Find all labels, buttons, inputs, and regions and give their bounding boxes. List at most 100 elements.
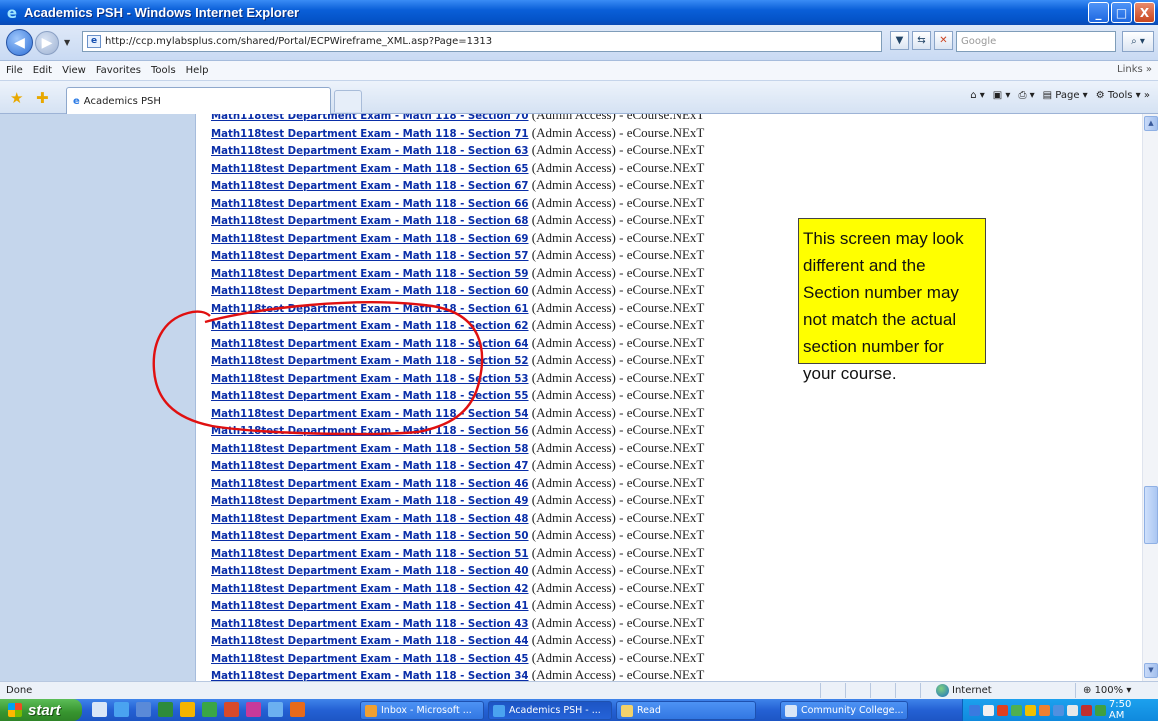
menu-view[interactable]: View bbox=[62, 65, 86, 76]
course-link[interactable]: Math118test Department Exam - Math 118 -… bbox=[211, 234, 529, 245]
page-menu-button[interactable]: ▤ Page ▾ bbox=[1043, 90, 1088, 101]
course-link[interactable]: Math118test Department Exam - Math 118 -… bbox=[211, 216, 529, 227]
start-button[interactable]: start bbox=[0, 699, 82, 721]
course-link[interactable]: Math118test Department Exam - Math 118 -… bbox=[211, 304, 529, 315]
course-link[interactable]: Math118test Department Exam - Math 118 -… bbox=[211, 461, 529, 472]
tray-app-icon[interactable] bbox=[996, 704, 1008, 716]
course-link[interactable]: Math118test Department Exam - Math 118 -… bbox=[211, 514, 529, 525]
tray-mail-icon[interactable] bbox=[982, 704, 994, 716]
address-input[interactable]: e http://ccp.mylabsplus.com/shared/Porta… bbox=[82, 31, 882, 52]
course-link[interactable]: Math118test Department Exam - Math 118 -… bbox=[211, 566, 529, 577]
tray-arrow-icon[interactable] bbox=[969, 704, 980, 716]
course-access-note: (Admin Access) - eCourse.NExT bbox=[528, 387, 705, 402]
scroll-up-button[interactable]: ▲ bbox=[1144, 116, 1158, 131]
course-link[interactable]: Math118test Department Exam - Math 118 -… bbox=[211, 146, 529, 157]
menu-help[interactable]: Help bbox=[186, 65, 209, 76]
scroll-down-button[interactable]: ▼ bbox=[1144, 663, 1158, 678]
tab-academics-psh[interactable]: e Academics PSH bbox=[66, 87, 331, 114]
close-button[interactable]: X bbox=[1134, 2, 1155, 23]
security-zone[interactable]: Internet bbox=[936, 684, 992, 697]
course-link[interactable]: Math118test Department Exam - Math 118 -… bbox=[211, 654, 529, 665]
favorites-star-icon[interactable]: ★ bbox=[10, 89, 23, 107]
back-button[interactable]: ◀ bbox=[6, 29, 33, 56]
address-url: http://ccp.mylabsplus.com/shared/Portal/… bbox=[105, 36, 493, 47]
outlook-quicklaunch-icon[interactable] bbox=[136, 702, 151, 717]
course-link[interactable]: Math118test Department Exam - Math 118 -… bbox=[211, 496, 529, 507]
course-link[interactable]: Math118test Department Exam - Math 118 -… bbox=[211, 356, 529, 367]
powerpoint-quicklaunch-icon[interactable] bbox=[290, 702, 305, 717]
course-link[interactable]: Math118test Department Exam - Math 118 -… bbox=[211, 339, 529, 350]
taskbar-academics-button[interactable]: Academics PSH - ... bbox=[488, 701, 612, 720]
list-item: Math118test Department Exam - Math 118 -… bbox=[211, 404, 704, 422]
course-link[interactable]: Math118test Department Exam - Math 118 -… bbox=[211, 374, 529, 385]
app4-quicklaunch-icon[interactable] bbox=[246, 702, 261, 717]
minimize-button[interactable]: _ bbox=[1088, 2, 1109, 23]
course-link[interactable]: Math118test Department Exam - Math 118 -… bbox=[211, 549, 529, 560]
print-icon[interactable]: ⎙ ▾ bbox=[1018, 90, 1034, 101]
search-button[interactable]: ⌕ ▾ bbox=[1122, 31, 1154, 52]
forward-button[interactable]: ▶ bbox=[35, 30, 59, 55]
feeds-icon[interactable]: ▣ ▾ bbox=[993, 90, 1011, 101]
refresh-button[interactable]: ⇆ bbox=[912, 31, 931, 50]
app5-quicklaunch-icon[interactable] bbox=[268, 702, 283, 717]
tray-misc-icon[interactable] bbox=[1094, 704, 1106, 716]
excel-quicklaunch-icon[interactable] bbox=[158, 702, 173, 717]
course-link[interactable]: Math118test Department Exam - Math 118 -… bbox=[211, 601, 529, 612]
app2-quicklaunch-icon[interactable] bbox=[202, 702, 217, 717]
tray-ie-icon[interactable] bbox=[1038, 704, 1050, 716]
show-desktop-icon[interactable] bbox=[92, 702, 107, 717]
course-link[interactable]: Math118test Department Exam - Math 118 -… bbox=[211, 671, 529, 681]
tools-menu-button[interactable]: ⚙ Tools ▾ » bbox=[1096, 90, 1150, 101]
address-dropdown-button[interactable]: ▼ bbox=[890, 31, 909, 50]
tray-volume-icon[interactable] bbox=[1024, 704, 1036, 716]
window-title-bar[interactable]: e Academics PSH - Windows Internet Explo… bbox=[0, 0, 1158, 25]
course-link[interactable]: Math118test Department Exam - Math 118 -… bbox=[211, 636, 529, 647]
new-tab-button[interactable] bbox=[334, 90, 362, 112]
tray-bluetooth-icon[interactable] bbox=[1066, 704, 1078, 716]
tray-security-icon[interactable] bbox=[1080, 704, 1092, 716]
app-quicklaunch-icon[interactable] bbox=[180, 702, 195, 717]
history-dropdown-icon[interactable]: ▼ bbox=[64, 38, 70, 47]
course-link[interactable]: Math118test Department Exam - Math 118 -… bbox=[211, 391, 529, 402]
course-link[interactable]: Math118test Department Exam - Math 118 -… bbox=[211, 531, 529, 542]
scroll-thumb[interactable] bbox=[1144, 486, 1158, 544]
course-access-note: (Admin Access) - eCourse.NExT bbox=[528, 597, 705, 612]
course-link[interactable]: Math118test Department Exam - Math 118 -… bbox=[211, 321, 529, 332]
window-controls: _ □ X bbox=[1088, 2, 1155, 23]
vertical-scrollbar[interactable]: ▲ ▼ bbox=[1142, 114, 1158, 681]
course-link[interactable]: Math118test Department Exam - Math 118 -… bbox=[211, 444, 529, 455]
course-link[interactable]: Math118test Department Exam - Math 118 -… bbox=[211, 619, 529, 630]
taskbar-community-button[interactable]: Community College... bbox=[780, 701, 908, 720]
course-link[interactable]: Math118test Department Exam - Math 118 -… bbox=[211, 409, 529, 420]
course-link[interactable]: Math118test Department Exam - Math 118 -… bbox=[211, 164, 529, 175]
internet-explorer-icon: e bbox=[6, 3, 18, 22]
home-icon[interactable]: ⌂ ▾ bbox=[970, 90, 985, 101]
links-toolbar[interactable]: Links » bbox=[1117, 64, 1152, 75]
course-link[interactable]: Math118test Department Exam - Math 118 -… bbox=[211, 181, 529, 192]
list-item: Math118test Department Exam - Math 118 -… bbox=[211, 194, 704, 212]
course-link[interactable]: Math118test Department Exam - Math 118 -… bbox=[211, 426, 529, 437]
menu-file[interactable]: File bbox=[6, 65, 23, 76]
course-link[interactable]: Math118test Department Exam - Math 118 -… bbox=[211, 584, 529, 595]
taskbar-inbox-button[interactable]: Inbox - Microsoft ... bbox=[360, 701, 484, 720]
menu-tools[interactable]: Tools bbox=[151, 65, 176, 76]
tray-network-icon[interactable] bbox=[1010, 704, 1022, 716]
taskbar-read-button[interactable]: Read bbox=[616, 701, 756, 720]
app3-quicklaunch-icon[interactable] bbox=[224, 702, 239, 717]
search-input[interactable]: Google bbox=[956, 31, 1116, 52]
maximize-button[interactable]: □ bbox=[1111, 2, 1132, 23]
tray-sync-icon[interactable] bbox=[1052, 704, 1064, 716]
zoom-control[interactable]: ⊕ 100% ▾ bbox=[1083, 685, 1131, 696]
course-link[interactable]: Math118test Department Exam - Math 118 -… bbox=[211, 286, 529, 297]
course-link[interactable]: Math118test Department Exam - Math 118 -… bbox=[211, 199, 529, 210]
course-link[interactable]: Math118test Department Exam - Math 118 -… bbox=[211, 129, 529, 140]
course-link[interactable]: Math118test Department Exam - Math 118 -… bbox=[211, 479, 529, 490]
ie-quicklaunch-icon[interactable] bbox=[114, 702, 129, 717]
stop-button[interactable]: ✕ bbox=[934, 31, 953, 50]
course-link[interactable]: Math118test Department Exam - Math 118 -… bbox=[211, 251, 529, 262]
add-favorites-icon[interactable]: ✚ bbox=[36, 89, 49, 107]
course-link[interactable]: Math118test Department Exam - Math 118 -… bbox=[211, 269, 529, 280]
menu-edit[interactable]: Edit bbox=[33, 65, 52, 76]
course-link[interactable]: Math118test Department Exam - Math 118 -… bbox=[211, 114, 529, 122]
menu-favorites[interactable]: Favorites bbox=[96, 65, 141, 76]
